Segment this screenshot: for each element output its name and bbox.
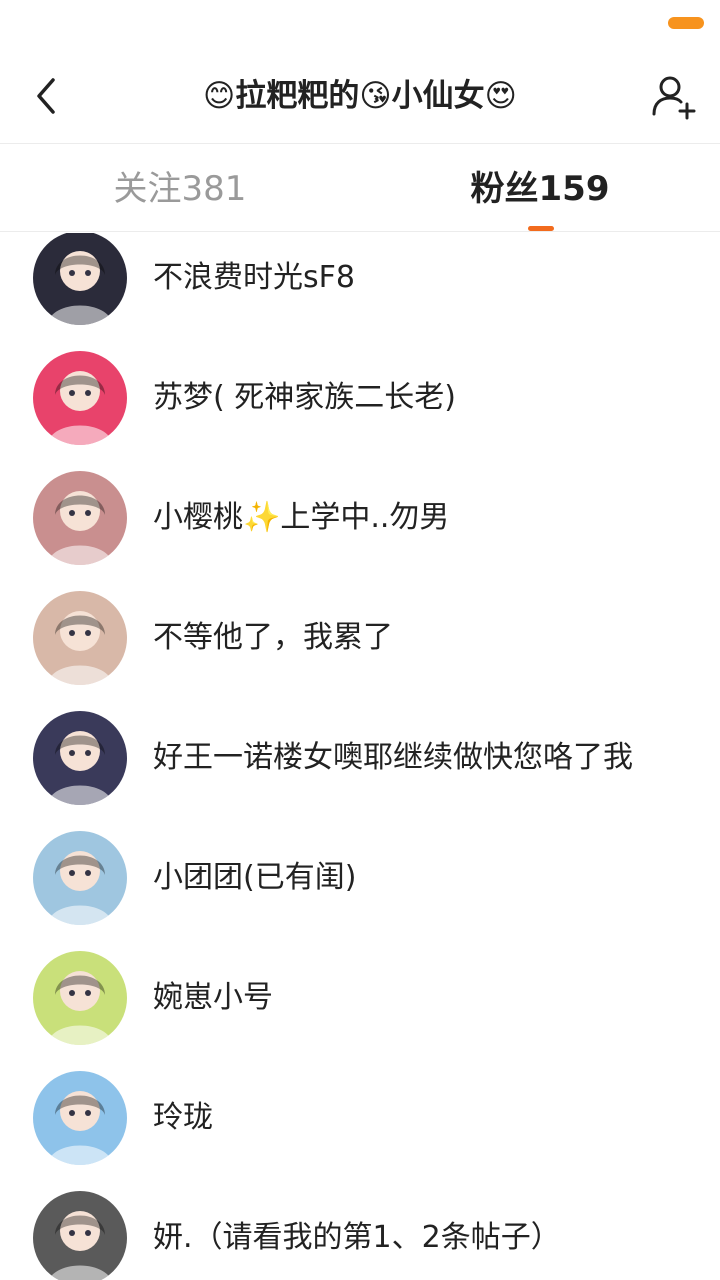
- back-chevron-icon: [37, 78, 55, 114]
- list-item[interactable]: 不浪费时光sF8: [0, 233, 720, 333]
- page-title: 😊拉粑粑的😘小仙女😍: [203, 78, 517, 114]
- avatar[interactable]: [33, 351, 127, 445]
- avatar[interactable]: [33, 831, 127, 925]
- fan-name: 婉崽小号: [153, 980, 273, 1015]
- fan-name: 玲珑: [153, 1100, 213, 1135]
- fan-name: 不浪费时光sF8: [153, 260, 355, 295]
- fan-name: 小团团(已有闺): [153, 860, 357, 895]
- list-item[interactable]: 小团团(已有闺): [0, 813, 720, 933]
- tab-bar: 关注381 粉丝159: [0, 144, 720, 232]
- list-item[interactable]: 不等他了，我累了: [0, 573, 720, 693]
- list-item[interactable]: 妍.（请看我的第1、2条帖子）: [0, 1173, 720, 1280]
- list-item[interactable]: 小樱桃✨上学中..勿男: [0, 453, 720, 573]
- avatar[interactable]: [33, 711, 127, 805]
- fan-name: 苏梦( 死神家族二长老): [153, 380, 456, 415]
- list-item[interactable]: 婉崽小号: [0, 933, 720, 1053]
- add-user-button[interactable]: [646, 68, 702, 124]
- avatar[interactable]: [33, 951, 127, 1045]
- header: 😊拉粑粑的😘小仙女😍: [0, 48, 720, 144]
- fan-name: 不等他了，我累了: [153, 620, 393, 655]
- add-user-icon: [652, 76, 696, 120]
- avatar[interactable]: [33, 591, 127, 685]
- fan-name: 好王一诺楼女噢耶继续做快您咯了我: [153, 740, 633, 775]
- active-tab-indicator: [528, 226, 554, 231]
- fan-name: 小樱桃✨上学中..勿男: [153, 500, 450, 535]
- tab-fans[interactable]: 粉丝159: [360, 144, 720, 232]
- fan-name: 妍.（请看我的第1、2条帖子）: [153, 1220, 561, 1255]
- back-button[interactable]: [18, 68, 74, 124]
- tab-following[interactable]: 关注381: [0, 144, 360, 232]
- status-bar: [0, 0, 720, 48]
- avatar[interactable]: [33, 233, 127, 325]
- avatar[interactable]: [33, 1191, 127, 1280]
- fans-list[interactable]: 不浪费时光sF8 苏梦( 死神家族二长老) 小樱桃✨上学中..勿男 不等他了，我累了好…: [0, 233, 720, 1280]
- battery-icon: [668, 17, 704, 29]
- list-item[interactable]: 好王一诺楼女噢耶继续做快您咯了我: [0, 693, 720, 813]
- avatar[interactable]: [33, 471, 127, 565]
- list-item[interactable]: 玲珑: [0, 1053, 720, 1173]
- avatar[interactable]: [33, 1071, 127, 1165]
- list-item[interactable]: 苏梦( 死神家族二长老): [0, 333, 720, 453]
